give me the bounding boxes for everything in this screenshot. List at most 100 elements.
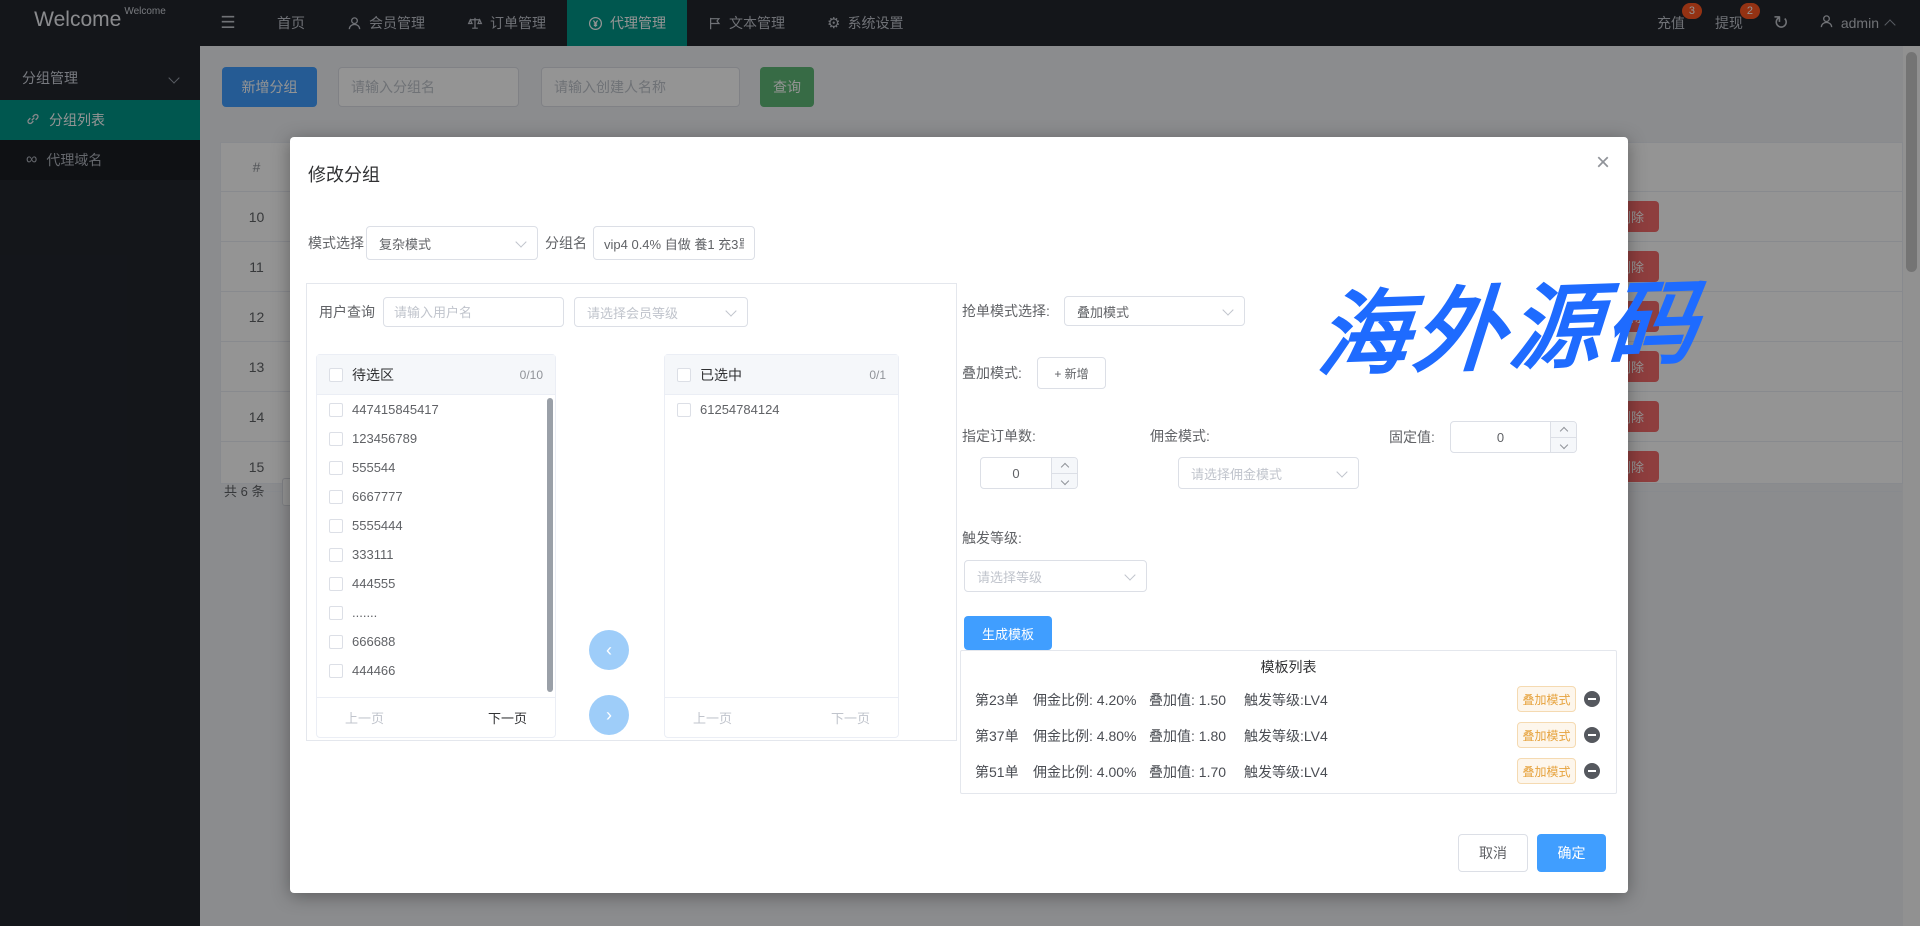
prev-page-button[interactable]: 上一页 [345, 708, 384, 727]
close-icon[interactable]: × [1596, 151, 1610, 175]
template-row: 第37单 佣金比例: 4.80% 叠加值: 1.80 触发等级:LV4 叠加模式 [961, 717, 1616, 753]
panel-count: 0/10 [520, 368, 543, 382]
list-item[interactable]: 555544 [317, 453, 555, 482]
member-level-select[interactable]: 请选择会员等级 [574, 297, 748, 327]
move-right-button[interactable]: › [589, 695, 629, 735]
item-checkbox[interactable] [677, 403, 691, 417]
item-checkbox[interactable] [329, 490, 343, 504]
step-up-button[interactable] [1052, 458, 1077, 474]
grab-mode-value: 叠加模式 [1077, 302, 1129, 321]
edit-group-dialog: 修改分组 × 模式选择 复杂模式 分组名 用户查询 请选择会员等级 待选区 0/… [290, 137, 1628, 893]
page: Welcome Welcome ☰ 首页 会员管理 订单管理 [0, 0, 1920, 926]
overlay-mode-label: 叠加模式: [962, 357, 1022, 389]
template-list-title: 模板列表 [961, 651, 1616, 681]
list-item[interactable]: 61254784124 [665, 395, 898, 424]
fixed-value-stepper [1550, 422, 1576, 452]
list-item[interactable]: 333111 [317, 540, 555, 569]
step-down-button[interactable] [1551, 438, 1576, 453]
transfer-source-pager: 上一页 下一页 [317, 697, 555, 737]
next-page-button[interactable]: 下一页 [488, 708, 527, 727]
cancel-button[interactable]: 取消 [1458, 834, 1528, 872]
group-name-label: 分组名 [545, 225, 587, 261]
template-commission: 佣金比例: 4.00% [1033, 762, 1136, 782]
add-new-button[interactable]: + 新增 [1037, 357, 1106, 389]
template-trigger-level: 触发等级:LV4 [1244, 690, 1328, 710]
template-trigger-level: 触发等级:LV4 [1244, 726, 1328, 746]
list-item[interactable]: 444466 [317, 656, 555, 685]
step-down-button[interactable] [1052, 474, 1077, 489]
template-list: 模板列表 第23单 佣金比例: 4.20% 叠加值: 1.50 触发等级:LV4… [960, 650, 1617, 794]
template-overlay-value: 叠加值: 1.50 [1149, 690, 1226, 710]
overlay-mode-tag[interactable]: 叠加模式 [1517, 758, 1576, 784]
item-label: 447415845417 [352, 402, 439, 417]
list-item[interactable]: ....... [317, 598, 555, 627]
item-checkbox[interactable] [329, 635, 343, 649]
transfer-target-pager: 上一页 下一页 [665, 697, 898, 737]
item-checkbox[interactable] [329, 461, 343, 475]
commission-mode-label: 佣金模式: [1150, 421, 1210, 451]
select-all-checkbox[interactable] [329, 368, 343, 382]
transfer-source-header: 待选区 0/10 [317, 355, 555, 395]
mode-select[interactable]: 复杂模式 [366, 226, 538, 260]
fixed-value-label: 固定值: [1389, 421, 1435, 453]
item-label: 444555 [352, 576, 395, 591]
select-all-checkbox[interactable] [677, 368, 691, 382]
chevron-down-icon [515, 236, 526, 247]
list-item[interactable]: 6667777 [317, 482, 555, 511]
grab-mode-label: 抢单模式选择: [962, 296, 1050, 326]
item-label: 5555444 [352, 518, 403, 533]
item-label: 6667777 [352, 489, 403, 504]
item-label: 444466 [352, 663, 395, 678]
fixed-value-input[interactable]: 0 [1450, 421, 1577, 453]
item-checkbox[interactable] [329, 606, 343, 620]
member-level-placeholder: 请选择会员等级 [587, 303, 678, 322]
order-count-label: 指定订单数: [962, 421, 1036, 451]
list-item[interactable]: 5555444 [317, 511, 555, 540]
commission-mode-select[interactable]: 请选择佣金模式 [1178, 457, 1359, 489]
list-item[interactable]: 444555 [317, 569, 555, 598]
generate-template-button[interactable]: 生成模板 [964, 616, 1052, 650]
list-item[interactable]: 666688 [317, 627, 555, 656]
trigger-level-label: 触发等级: [962, 523, 1022, 553]
remove-template-icon[interactable] [1584, 763, 1600, 779]
remove-template-icon[interactable] [1584, 691, 1600, 707]
transfer-source-panel: 待选区 0/10 447415845417 123456789 555544 6… [316, 354, 556, 738]
list-item[interactable]: 123456789 [317, 424, 555, 453]
list-item[interactable]: 447415845417 [317, 395, 555, 424]
item-checkbox[interactable] [329, 577, 343, 591]
next-page-button[interactable]: 下一页 [831, 708, 870, 727]
item-checkbox[interactable] [329, 519, 343, 533]
item-label: 666688 [352, 634, 395, 649]
mode-select-label: 模式选择 [308, 225, 364, 261]
confirm-button[interactable]: 确定 [1537, 834, 1606, 872]
item-checkbox[interactable] [329, 403, 343, 417]
item-checkbox[interactable] [329, 664, 343, 678]
template-row: 第51单 佣金比例: 4.00% 叠加值: 1.70 触发等级:LV4 叠加模式 [961, 753, 1616, 789]
template-commission: 佣金比例: 4.80% [1033, 726, 1136, 746]
template-overlay-value: 叠加值: 1.80 [1149, 726, 1226, 746]
user-select-box: 用户查询 请选择会员等级 待选区 0/10 447415845417 12345… [306, 283, 957, 741]
overlay-mode-tag[interactable]: 叠加模式 [1517, 686, 1576, 712]
order-count-stepper [1051, 458, 1077, 488]
template-commission: 佣金比例: 4.20% [1033, 690, 1136, 710]
template-trigger-level: 触发等级:LV4 [1244, 762, 1328, 782]
group-name-input[interactable] [593, 226, 755, 260]
list-scrollbar[interactable] [547, 398, 553, 692]
move-left-button[interactable]: ‹ [589, 630, 629, 670]
item-label: ....... [352, 605, 377, 620]
item-label: 333111 [352, 547, 393, 562]
remove-template-icon[interactable] [1584, 727, 1600, 743]
order-count-input[interactable]: 0 [980, 457, 1078, 489]
user-query-label: 用户查询 [319, 297, 375, 327]
item-checkbox[interactable] [329, 548, 343, 562]
prev-page-button[interactable]: 上一页 [693, 708, 732, 727]
username-search-input[interactable] [383, 297, 564, 327]
grab-mode-select[interactable]: 叠加模式 [1064, 296, 1245, 326]
step-up-button[interactable] [1551, 422, 1576, 438]
mode-select-value: 复杂模式 [379, 234, 431, 253]
item-checkbox[interactable] [329, 432, 343, 446]
panel-count: 0/1 [869, 368, 886, 382]
panel-title: 待选区 [352, 365, 511, 385]
overlay-mode-tag[interactable]: 叠加模式 [1517, 722, 1576, 748]
trigger-level-select[interactable]: 请选择等级 [964, 560, 1147, 592]
